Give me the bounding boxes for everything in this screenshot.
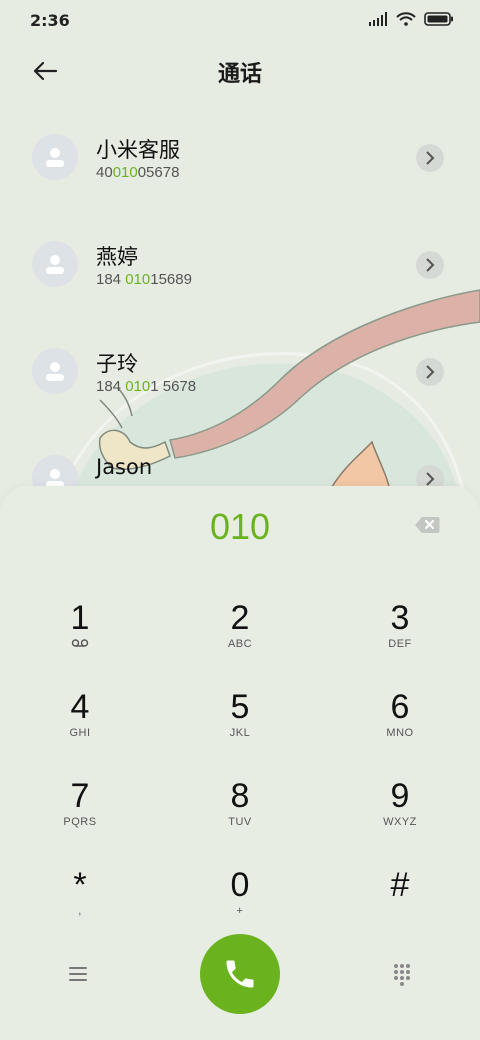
contact-name: 子玲 [96,352,138,376]
list-item[interactable]: 子玲 184 0101 5678 [0,318,480,425]
bottom-action-bar [0,934,480,1014]
keypad-toggle-button[interactable] [390,962,414,986]
dialpad-panel: 010 1 2 ABC 3 DEF 4 GHI 5 JKL 6 MNO 7 PQ… [0,486,480,1040]
contact-name: 燕婷 [96,245,138,269]
person-icon [46,469,64,488]
chevron-right-icon [426,365,435,379]
chevron-right-icon [426,258,435,272]
key-7[interactable]: 7 PQRS [20,776,140,856]
contact-detail-button[interactable] [416,465,444,488]
key-2[interactable]: 2 ABC [180,598,300,678]
key-8[interactable]: 8 TUV [180,776,300,856]
battery-icon [424,12,453,26]
contact-detail-button[interactable] [416,358,444,386]
menu-icon [69,967,87,981]
key-digit: 0 [230,866,250,904]
header: 通话 [0,48,480,92]
key-letters: PQRS [63,816,97,828]
key-letters: WXYZ [383,816,417,828]
avatar [32,134,78,180]
menu-button[interactable] [66,962,90,986]
key-6[interactable]: 6 MNO [340,687,460,767]
key-digit: 2 [230,599,250,637]
chevron-right-icon [426,151,435,165]
key-letters: , [78,905,82,917]
key-letters: TUV [228,816,252,828]
status-icons [368,12,454,26]
phone-icon [226,960,254,988]
contact-name: 小米客服 [96,138,180,162]
contact-list: 小米客服 4001005678 燕婷 184 01015689 子玲 184 0… [0,104,480,488]
key-letters: MNO [386,727,414,739]
key-letters: + [236,905,244,917]
key-0[interactable]: 0 + [180,865,300,945]
avatar [32,241,78,287]
key-3[interactable]: 3 DEF [340,598,460,678]
key-digit: 4 [70,688,90,726]
key-digit: 7 [70,777,90,815]
list-item[interactable]: Jason [0,425,480,488]
page-title: 通话 [217,62,262,87]
key-4[interactable]: 4 GHI [20,687,140,767]
call-button[interactable] [200,934,280,1014]
key-digit: 6 [390,688,410,726]
backspace-button[interactable] [414,516,440,536]
key-letters: JKL [229,727,251,739]
key-star[interactable]: * , [20,865,140,945]
key-digit: 1 [70,599,90,637]
key-letters: ABC [227,638,253,650]
contact-number: 184 01015689 [96,271,192,288]
signal-icon [369,12,387,26]
status-bar: 2:36 [0,0,480,40]
key-digit: 3 [390,599,410,637]
keypad-icon [394,964,410,986]
contact-detail-button[interactable] [416,144,444,172]
key-digit: 5 [230,688,250,726]
contact-number: 184 0101 5678 [96,378,197,395]
key-digit: * [73,866,87,904]
list-item[interactable]: 小米客服 4001005678 [0,104,480,211]
key-digit: # [390,866,410,904]
key-letters: GHI [69,727,91,739]
avatar [32,455,78,488]
person-icon [46,148,64,167]
voicemail-icon [71,639,89,647]
dial-input[interactable]: 010 [0,506,480,548]
person-icon [46,362,64,381]
person-icon [46,255,64,274]
key-1[interactable]: 1 [20,598,140,678]
key-9[interactable]: 9 WXYZ [340,776,460,856]
chevron-right-icon [426,472,435,486]
contact-number: 4001005678 [96,164,180,181]
contact-name: Jason [96,455,153,479]
key-letters: DEF [388,638,412,650]
wifi-icon [396,12,416,26]
key-5[interactable]: 5 JKL [180,687,300,767]
status-time: 2:36 [30,11,70,30]
key-hash[interactable]: # [340,865,460,945]
avatar [32,348,78,394]
contact-detail-button[interactable] [416,251,444,279]
key-digit: 9 [390,777,410,815]
backspace-icon [415,517,440,533]
list-item[interactable]: 燕婷 184 01015689 [0,211,480,318]
key-digit: 8 [230,777,250,815]
